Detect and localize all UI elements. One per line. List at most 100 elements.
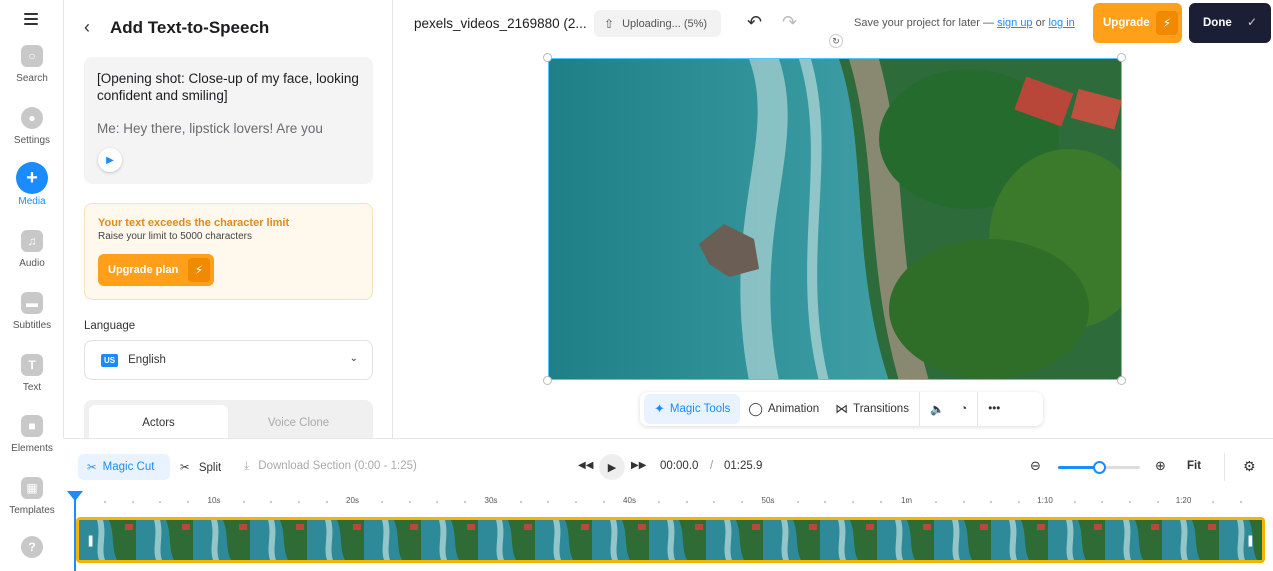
ruler-dot — [491, 501, 494, 503]
ruler-dot — [242, 501, 245, 503]
done-button[interactable]: Done ✓ — [1189, 3, 1271, 43]
resize-handle[interactable] — [543, 53, 552, 62]
rail-item-templates[interactable]: ▦ Templates — [0, 477, 64, 516]
ruler-dot — [685, 501, 688, 503]
rail-item-media[interactable]: + Media — [0, 162, 64, 207]
project-file-name[interactable]: pexels_videos_2169880 (2... — [414, 16, 587, 31]
ruler-dot — [214, 501, 217, 503]
rail-item-help[interactable]: ? — [0, 536, 64, 564]
us-flag-icon: US — [101, 353, 119, 367]
rail-item-subtitles[interactable]: ▬ Subtitles — [0, 292, 64, 331]
ruler-dot — [796, 501, 799, 503]
ruler-tick-label: 10s — [207, 496, 221, 505]
download-section-button[interactable]: ⤓ Download Section (0:00 - 1:25) — [244, 460, 417, 473]
script-textarea[interactable]: [Opening shot: Close-up of my face, look… — [84, 57, 373, 184]
rail-item-label: Templates — [9, 505, 55, 516]
video-preview[interactable] — [548, 58, 1122, 380]
ruler-dot — [381, 501, 383, 503]
lightning-icon: ⚡ — [188, 258, 210, 282]
limit-title: Your text exceeds the character limit — [98, 217, 290, 229]
resize-handle[interactable] — [1117, 53, 1126, 62]
ruler-dot — [131, 501, 134, 503]
ruler-tick-label: 1:10 — [1037, 496, 1053, 505]
toolbar-divider — [977, 392, 979, 426]
video-track[interactable]: ❚ ❚ — [76, 517, 1265, 563]
playhead[interactable] — [74, 493, 76, 571]
ruler-dot — [824, 501, 827, 503]
left-rail: ○ Search ● Settings + Media ♫ Audio ▬ Su… — [0, 0, 64, 454]
magic-tools-button[interactable]: ✦ Magic Tools — [644, 394, 741, 424]
hamburger-menu-icon[interactable] — [24, 13, 38, 27]
animation-button[interactable]: ◯ Animation — [740, 392, 827, 426]
transitions-button[interactable]: ⋈ Transitions — [827, 392, 917, 426]
rail-item-label: Elements — [11, 443, 53, 454]
filmstrip-frame — [877, 520, 934, 560]
undo-icon[interactable]: ↶ — [747, 12, 762, 33]
more-options-button[interactable]: ••• — [980, 392, 1008, 426]
upload-status: ⇧ Uploading... (5%) — [594, 10, 721, 37]
panel-title: Add Text-to-Speech — [110, 17, 270, 37]
aerial-beach-image — [549, 59, 1121, 379]
ruler-dot — [1212, 501, 1214, 503]
upgrade-button[interactable]: Upgrade ⚡ — [1093, 3, 1182, 43]
zoom-slider[interactable] — [1058, 461, 1140, 474]
trim-handle-left[interactable]: ❚ — [86, 534, 95, 547]
volume-icon: 🔈 — [929, 404, 945, 416]
tab-voice-clone[interactable]: Voice Clone — [229, 405, 368, 438]
filmstrip-frame — [535, 520, 592, 560]
rail-item-search[interactable]: ○ Search — [0, 45, 64, 84]
timeline-settings-icon[interactable]: ⚙ — [1243, 458, 1256, 475]
tab-actors[interactable]: Actors — [89, 405, 228, 438]
ruler-dot — [768, 501, 771, 503]
download-icon: ⤓ — [244, 460, 250, 472]
redo-icon[interactable]: ↷ — [782, 12, 797, 33]
resize-handle[interactable] — [543, 376, 552, 385]
rail-item-audio[interactable]: ♫ Audio — [0, 230, 64, 269]
zoom-slider-knob[interactable] — [1093, 461, 1106, 474]
help-icon: ? — [21, 536, 43, 558]
log-in-link[interactable]: log in — [1048, 17, 1074, 29]
timeline-ruler[interactable]: 10s20s30s40s50s1m1:101:20 — [64, 494, 1273, 516]
rotate-icon[interactable]: ↻ — [829, 34, 843, 48]
zoom-in-icon[interactable]: ⊕ — [1155, 458, 1166, 474]
volume-button[interactable]: 🔈 — [922, 392, 952, 426]
language-select[interactable]: US English ⌄ — [84, 340, 373, 380]
elements-icon: ■ — [21, 415, 43, 437]
rail-item-settings[interactable]: ● Settings — [0, 107, 64, 146]
sign-up-link[interactable]: sign up — [997, 17, 1032, 29]
ruler-dot — [658, 501, 660, 503]
ruler-dot — [187, 501, 190, 503]
ruler-dot — [990, 501, 993, 503]
resize-handle[interactable] — [1117, 376, 1126, 385]
zoom-out-icon[interactable]: ⊖ — [1030, 458, 1041, 474]
text-icon: T — [21, 354, 43, 376]
play-preview-button[interactable]: ▶ — [98, 148, 122, 172]
rail-item-elements[interactable]: ■ Elements — [0, 415, 64, 454]
upload-cloud-icon: ⇧ — [604, 16, 615, 31]
split-button[interactable]: ✂ Split — [180, 460, 221, 474]
ruler-dot — [851, 501, 854, 503]
filmstrip-frame — [1162, 520, 1219, 560]
ruler-dot — [104, 501, 106, 503]
rewind-icon[interactable]: ◀◀ — [578, 460, 593, 471]
filmstrip-frame — [649, 520, 706, 560]
speed-button[interactable]: ◔ — [952, 392, 975, 426]
back-arrow-icon[interactable]: ‹ — [84, 17, 110, 38]
rail-item-label: Subtitles — [12, 320, 52, 331]
ruler-tick-label: 50s — [761, 496, 775, 505]
rail-item-text[interactable]: T Text — [0, 354, 64, 393]
filmstrip-frame — [592, 520, 649, 560]
play-button[interactable]: ▶ — [599, 454, 625, 480]
trim-handle-right[interactable]: ❚ — [1246, 534, 1255, 547]
fit-button[interactable]: Fit — [1187, 460, 1201, 472]
ruler-dot — [602, 501, 605, 503]
ruler-dot — [1018, 501, 1021, 503]
filmstrip-frame — [250, 520, 307, 560]
ruler-dot — [1073, 501, 1076, 503]
ruler-dot — [464, 501, 467, 503]
upgrade-plan-button[interactable]: Upgrade plan ⚡ — [98, 254, 214, 286]
filmstrip-frame — [763, 520, 820, 560]
magic-cut-button[interactable]: ✂ Magic Cut — [78, 454, 170, 480]
filmstrip-frame — [478, 520, 535, 560]
fast-forward-icon[interactable]: ▶▶ — [631, 460, 646, 471]
